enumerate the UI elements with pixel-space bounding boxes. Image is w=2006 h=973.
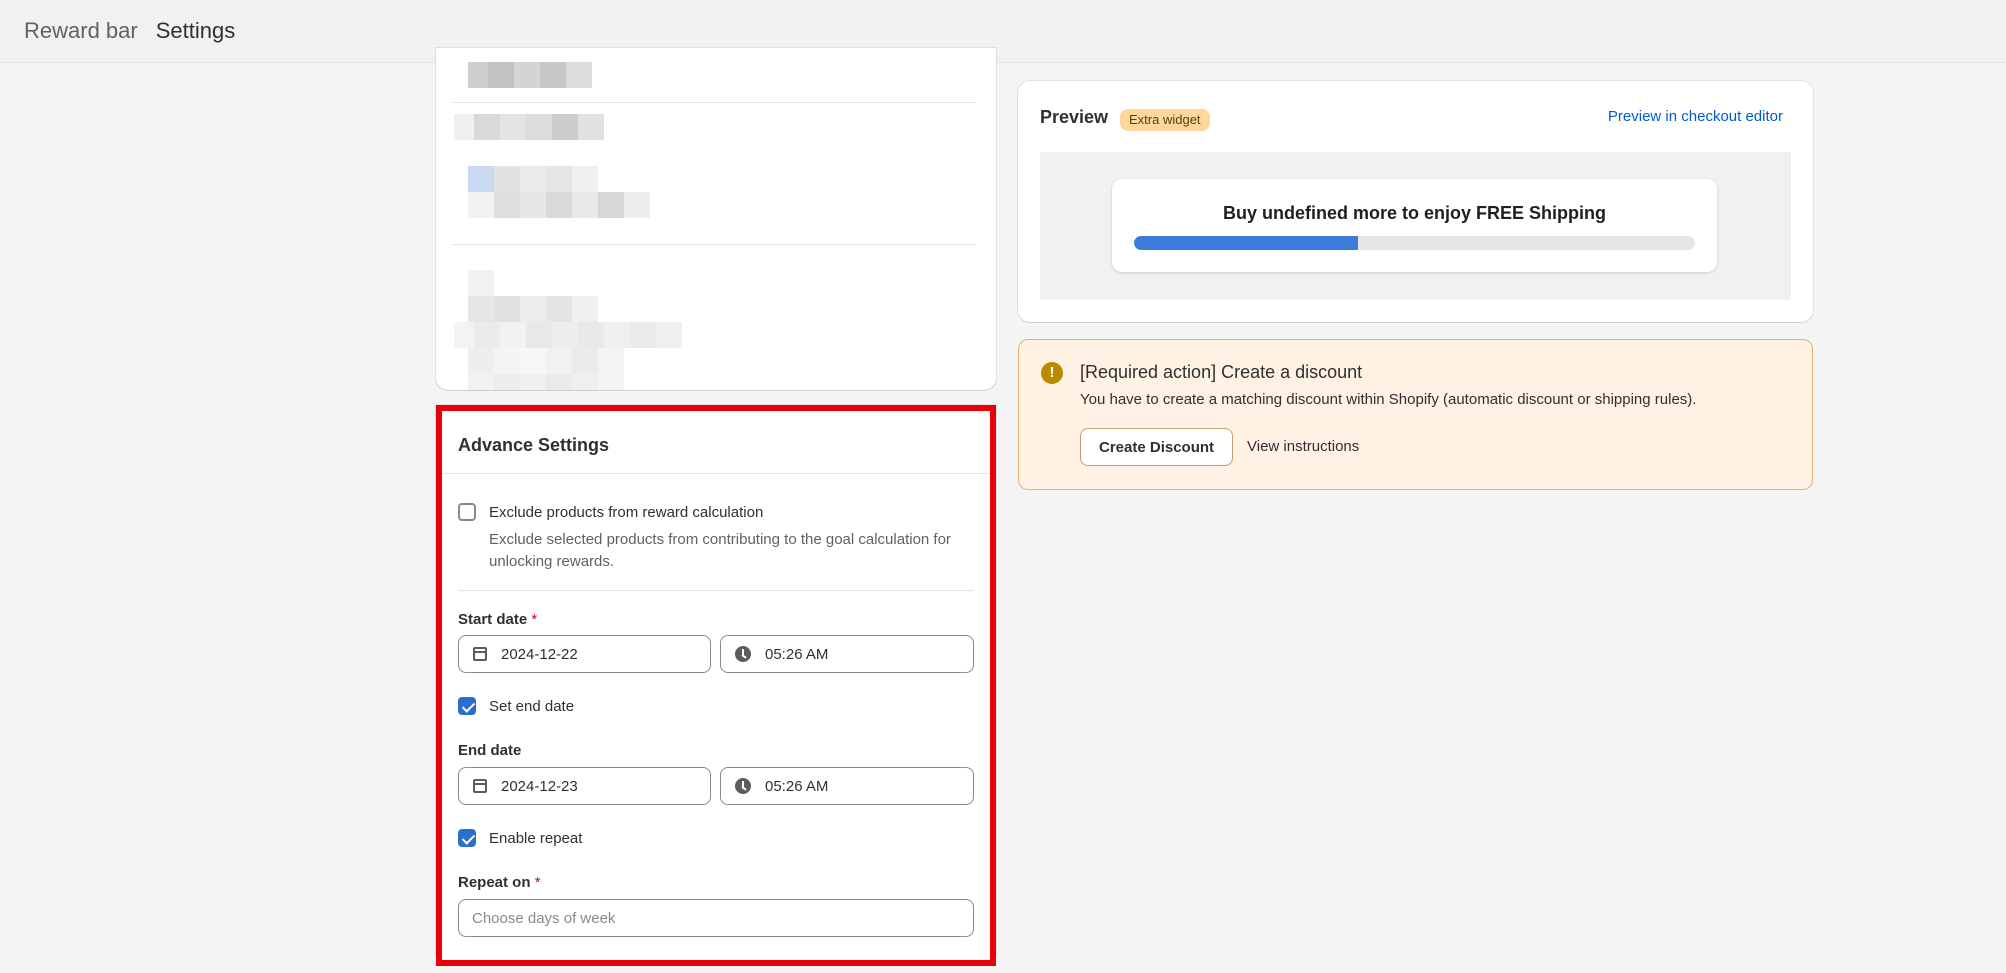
clock-icon	[735, 778, 751, 794]
calendar-icon	[473, 779, 487, 793]
preview-card: Preview Extra widget Preview in checkout…	[1018, 81, 1813, 322]
repeat-on-label: Repeat on *	[458, 874, 541, 891]
start-date-input[interactable]: 2024-12-22	[458, 635, 711, 673]
view-instructions-link[interactable]: View instructions	[1247, 438, 1359, 455]
end-time-value: 05:26 AM	[765, 777, 829, 795]
top-bar: Reward bar Settings	[0, 0, 2006, 63]
start-date-label: Start date *	[458, 611, 538, 628]
end-date-value: 2024-12-23	[501, 777, 578, 795]
enable-repeat-checkbox[interactable]	[458, 829, 476, 847]
warning-icon: !	[1041, 362, 1063, 384]
advance-settings-title: Advance Settings	[458, 435, 610, 455]
repeat-on-select[interactable]: Choose days of week	[458, 899, 974, 937]
clock-icon	[735, 646, 751, 662]
banner-title: [Required action] Create a discount	[1080, 362, 1363, 382]
divider	[452, 244, 976, 245]
redacted-card	[436, 48, 996, 390]
required-mark: *	[534, 874, 541, 891]
preview-stage: Buy undefined more to enjoy FREE Shippin…	[1040, 152, 1791, 300]
end-date-input[interactable]: 2024-12-23	[458, 767, 711, 805]
divider	[458, 590, 974, 591]
extra-widget-badge: Extra widget	[1120, 109, 1210, 131]
exclude-products-help: Exclude selected products from contribut…	[489, 531, 951, 570]
start-time-input[interactable]: 05:26 AM	[720, 635, 974, 673]
breadcrumb-reward-bar[interactable]: Reward bar	[24, 18, 138, 44]
banner-text: You have to create a matching discount w…	[1080, 391, 1697, 408]
page-title: Settings	[155, 18, 236, 43]
end-date-label: End date	[458, 742, 522, 759]
exclude-products-label[interactable]: Exclude products from reward calculation	[489, 504, 763, 521]
reward-bar-widget: Buy undefined more to enjoy FREE Shippin…	[1112, 179, 1717, 272]
end-time-input[interactable]: 05:26 AM	[720, 767, 974, 805]
repeat-on-placeholder: Choose days of week	[472, 909, 616, 927]
required-action-banner: ! [Required action] Create a discount Yo…	[1018, 339, 1813, 490]
calendar-icon	[473, 647, 487, 661]
create-discount-button[interactable]: Create Discount	[1080, 428, 1234, 466]
preview-in-checkout-editor-link[interactable]: Preview in checkout editor	[1608, 108, 1783, 125]
enable-repeat-label[interactable]: Enable repeat	[489, 830, 582, 847]
advance-settings-card: Advance Settings Exclude products from r…	[436, 405, 996, 965]
start-time-value: 05:26 AM	[765, 645, 829, 663]
exclude-products-checkbox[interactable]	[458, 503, 476, 521]
preview-title: Preview	[1040, 107, 1109, 127]
progress-fill	[1134, 236, 1359, 250]
divider	[452, 102, 976, 103]
required-mark: *	[531, 611, 538, 628]
start-date-value: 2024-12-22	[501, 645, 578, 663]
divider	[442, 473, 990, 474]
progress-track	[1134, 236, 1695, 250]
reward-bar-message: Buy undefined more to enjoy FREE Shippin…	[1222, 203, 1606, 223]
set-end-date-checkbox[interactable]	[458, 697, 476, 715]
set-end-date-label[interactable]: Set end date	[489, 698, 574, 715]
